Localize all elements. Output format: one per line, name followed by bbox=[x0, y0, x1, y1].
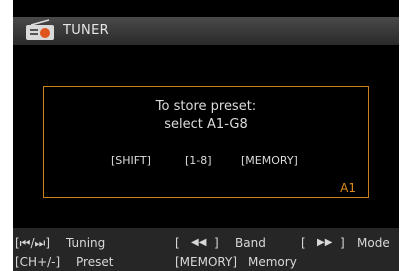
tuner-screen: TUNER To store preset: select A1-G8 [SHI… bbox=[13, 0, 399, 271]
fast-forward-icon: ▶▶ bbox=[317, 237, 333, 248]
instruction-line-1: To store preset: bbox=[155, 99, 257, 114]
preset-label: Preset bbox=[76, 255, 114, 269]
preset-key: [CH+/-] bbox=[15, 255, 61, 269]
header-bar: TUNER bbox=[13, 17, 399, 45]
mode-key-bracket-close: ] bbox=[340, 236, 345, 250]
radio-icon bbox=[26, 19, 54, 40]
number-key-hint: [1-8] bbox=[185, 154, 212, 167]
rewind-icon: ◀◀ bbox=[191, 237, 207, 248]
mode-label: Mode bbox=[357, 236, 390, 250]
band-key-bracket-close: ] bbox=[214, 236, 219, 250]
footer-help-bar: [⏮/⏭] Tuning [ ◀◀ ] Band [ ▶▶ ] Mode [CH… bbox=[13, 228, 399, 271]
band-label: Band bbox=[235, 236, 266, 250]
memory-key-hint: [MEMORY] bbox=[241, 154, 298, 167]
shift-key-hint: [SHIFT] bbox=[111, 154, 151, 167]
screen-title: TUNER bbox=[63, 23, 109, 38]
tuning-key: [⏮/⏭] bbox=[15, 236, 51, 250]
tuning-label: Tuning bbox=[66, 236, 106, 250]
instruction-line-2: select A1-G8 bbox=[164, 117, 248, 132]
memory-label: Memory bbox=[248, 255, 297, 269]
band-key-bracket-open: [ bbox=[175, 236, 180, 250]
preset-store-dialog: To store preset: select A1-G8 [SHIFT] [1… bbox=[43, 86, 369, 198]
mode-key-bracket-open: [ bbox=[301, 236, 306, 250]
preset-channel-value: A1 bbox=[340, 181, 356, 195]
memory-key: [MEMORY] bbox=[175, 255, 237, 269]
